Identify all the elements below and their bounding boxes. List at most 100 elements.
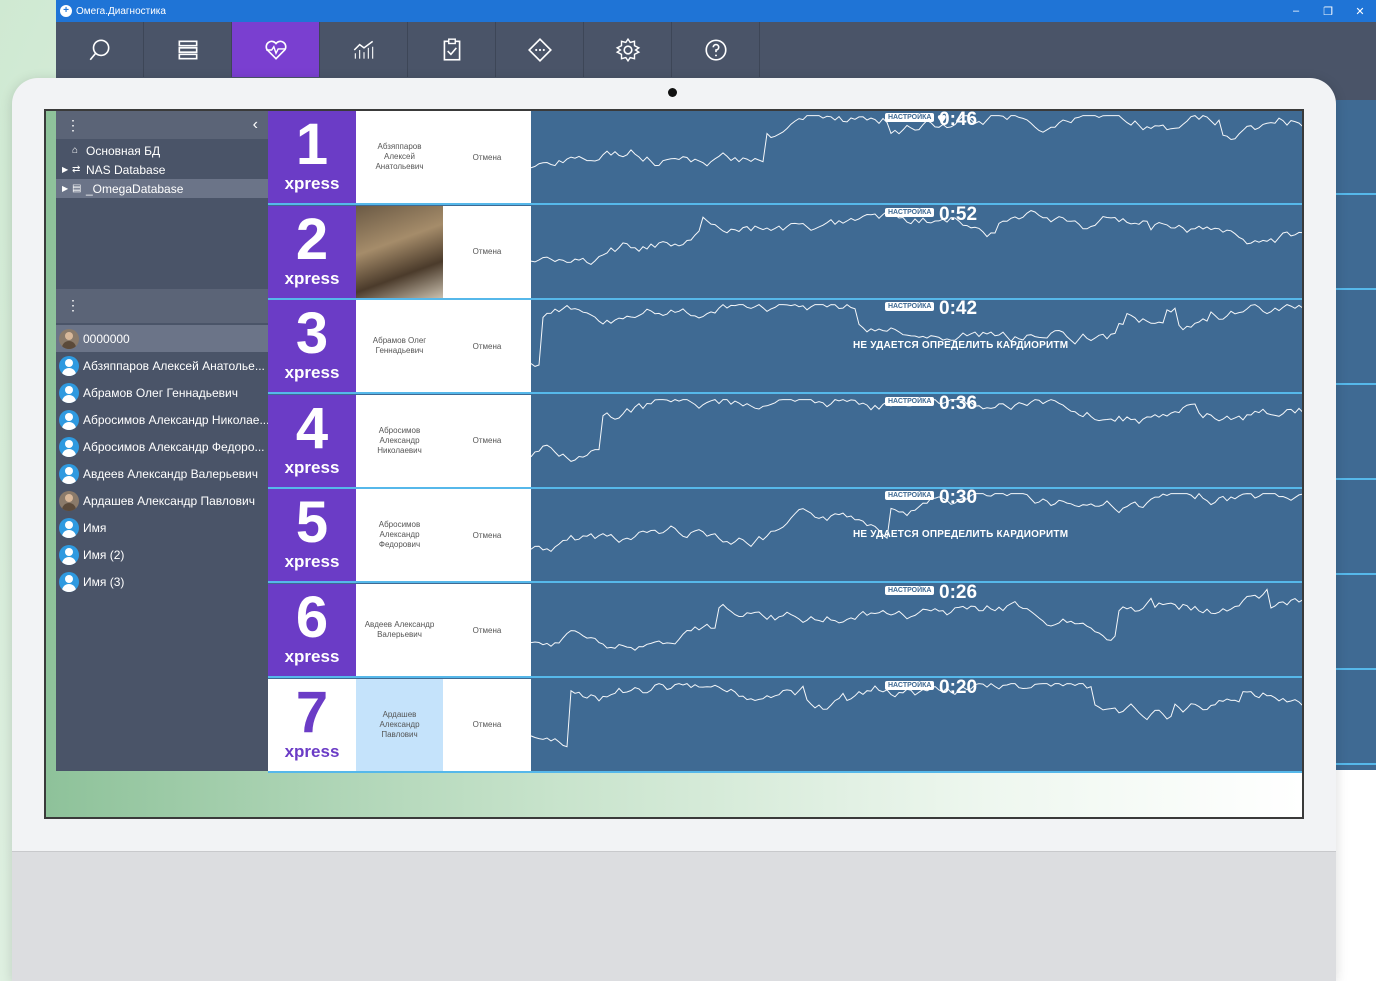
cancel-button[interactable]: Отмена <box>443 679 531 771</box>
settings-badge[interactable]: НАСТРОЙКА <box>885 207 935 217</box>
monitoring-tool-button[interactable] <box>232 22 320 77</box>
camera-dot <box>668 88 677 97</box>
channel-info: Абросимов Александр Николаевич Отмена <box>356 394 531 487</box>
cancel-button[interactable]: Отмена <box>443 111 531 203</box>
channel-info: Ардашев Александр Павлович Отмена <box>356 678 531 771</box>
database-item[interactable]: ⌂ Основная БД <box>56 141 268 160</box>
sidebar-header: ⋮ ‹ <box>56 111 268 139</box>
network-icon: ⇄ <box>72 164 81 175</box>
channel-patient-name[interactable]: Абросимов Александр Николаевич <box>356 395 443 487</box>
help-tool-button[interactable] <box>672 22 760 77</box>
patient-name: Абзяппаров Алексей Анатолье... <box>83 358 265 373</box>
patient-list-item[interactable]: 0000000 <box>56 325 268 352</box>
patient-list-item[interactable]: Имя <box>56 514 268 541</box>
patient-photo <box>59 490 79 511</box>
search-tool-button[interactable] <box>56 22 144 77</box>
monitor-device: ⋮ ‹ ⌂ Основная БД ▶ ⇄ NAS Database ▶ ▤ _OmegaDa… <box>12 78 1336 981</box>
ecg-waveform: НАСТРОЙКА 0:26 <box>531 582 1302 676</box>
analytics-tool-button[interactable] <box>320 22 408 77</box>
expand-arrow-icon[interactable]: ▶ <box>62 184 72 193</box>
heart-icon: ♥ <box>937 111 947 128</box>
window-title: Омега.Диагностика <box>76 5 166 17</box>
patient-photo[interactable] <box>356 205 443 298</box>
patient-list-item[interactable]: Абзяппаров Алексей Анатолье... <box>56 352 268 379</box>
channel-number: 6 <box>295 585 329 650</box>
main-toolbar <box>56 22 1376 77</box>
settings-badge[interactable]: НАСТРОЙКА <box>885 396 935 406</box>
app-logo-icon: + <box>60 5 72 17</box>
cancel-button[interactable]: Отмена <box>443 584 531 676</box>
database-item[interactable]: ▶ ▤ _OmegaDatabase <box>56 179 268 198</box>
monitor-channel-row: 2 xpress Отмена НАСТРОЙКА 0:52 <box>268 203 1302 300</box>
channel-info: Абрамов Олег Геннадьевич Отмена <box>356 300 531 393</box>
patient-list-item[interactable]: Имя (2) <box>56 541 268 568</box>
cancel-button[interactable]: Отмена <box>443 206 531 298</box>
cancel-button[interactable]: Отмена <box>443 489 531 581</box>
list-tool-button[interactable] <box>144 22 232 77</box>
database-item[interactable]: ▶ ⇄ NAS Database <box>56 160 268 179</box>
restore-button[interactable]: ❐ <box>1312 5 1344 18</box>
cancel-button[interactable]: Отмена <box>443 395 531 487</box>
more-options-icon[interactable]: ⋮ <box>66 117 80 134</box>
expand-arrow-icon[interactable]: ▶ <box>62 165 72 174</box>
settings-badge[interactable]: НАСТРОЙКА <box>885 586 935 595</box>
patient-list-item[interactable]: Имя (3) <box>56 568 268 595</box>
channel-patient-name[interactable]: Ардашев Александр Павлович <box>356 678 443 771</box>
sidebar: ⋮ ‹ ⌂ Основная БД ▶ ⇄ NAS Database ▶ ▤ _OmegaDa… <box>56 111 268 771</box>
channel-patient-name[interactable]: Абросимов Александр Федорович <box>356 489 443 581</box>
channel-number-block[interactable]: 6 xpress <box>268 584 356 676</box>
user-avatar-icon <box>59 382 79 403</box>
reports-tool-button[interactable] <box>408 22 496 77</box>
title-bar: + Омега.Диагностика – ❐ ✕ <box>56 0 1376 22</box>
channel-number-block[interactable]: 7 xpress <box>268 678 356 771</box>
channel-patient-name[interactable]: Авдеев Александр Валерьевич <box>356 584 443 676</box>
patient-list-item[interactable]: Ардашев Александр Павлович <box>56 487 268 514</box>
database-label: _OmegaDatabase <box>86 181 184 196</box>
help-icon <box>704 38 727 61</box>
user-avatar-icon <box>59 409 79 430</box>
channel-info: Авдеев Александр Валерьевич Отмена <box>356 584 531 676</box>
background-monitor-edge <box>1336 100 1376 770</box>
patient-name: Имя <box>83 520 107 535</box>
channel-number-block[interactable]: 2 xpress <box>268 205 356 298</box>
minimize-button[interactable]: – <box>1280 5 1312 18</box>
rhythm-warning-message: НЕ УДАЕТСЯ ОПРЕДЕЛИТЬ КАРДИОРИТМ <box>853 340 1069 352</box>
settings-badge[interactable]: НАСТРОЙКА <box>885 491 935 501</box>
monitor-channel-row: 1 xpress Абзяппаров Алексей Анатольевич Отм… <box>268 111 1302 205</box>
list-icon <box>178 40 197 59</box>
settings-badge[interactable]: НАСТРОЙКА <box>885 113 935 122</box>
channel-patient-name[interactable]: Абзяппаров Алексей Анатольевич <box>356 111 443 203</box>
file-icon: ▤ <box>72 183 82 194</box>
channel-number-block[interactable]: 1 xpress <box>268 111 356 203</box>
close-button[interactable]: ✕ <box>1344 5 1376 18</box>
ecg-waveform: НАСТРОЙКА 0:20 <box>531 677 1302 771</box>
settings-badge[interactable]: НАСТРОЙКА <box>885 680 935 690</box>
search-icon <box>89 38 109 60</box>
patient-list: 0000000 Абзяппаров Алексей Анатолье... Абр… <box>56 325 268 595</box>
channel-timer: 0:52 <box>939 203 978 225</box>
settings-tool-button[interactable] <box>584 22 672 77</box>
ecg-trace <box>531 209 1302 265</box>
diagnostics-tool-button[interactable] <box>496 22 584 77</box>
ecg-waveform: НАСТРОЙКА 0:30 НЕ УДАЕТСЯ ОПРЕДЕЛИТЬ КАРДИ… <box>531 487 1302 581</box>
patient-name: Ардашев Александр Павлович <box>83 493 256 508</box>
cancel-button[interactable]: Отмена <box>443 300 531 392</box>
patient-list-item[interactable]: Авдеев Александр Валерьевич <box>56 460 268 487</box>
collapse-sidebar-icon[interactable]: ‹ <box>253 116 258 134</box>
database-label: Основная БД <box>86 143 161 158</box>
patients-more-options-icon[interactable]: ⋮ <box>66 297 80 313</box>
channel-number-block[interactable]: 4 xpress <box>268 394 356 487</box>
channel-number-block[interactable]: 5 xpress <box>268 489 356 582</box>
channel-number: 7 <box>295 679 329 745</box>
channel-number: 1 <box>295 112 329 177</box>
ecg-waveform: НАСТРОЙКА 0:46 ♥ <box>531 111 1302 203</box>
channel-number-block[interactable]: 3 xpress <box>268 300 356 393</box>
patient-list-item[interactable]: Абросимов Александр Николае... <box>56 406 268 433</box>
settings-badge[interactable]: НАСТРОЙКА <box>885 302 935 312</box>
patient-name: Авдеев Александр Валерьевич <box>83 466 258 481</box>
user-avatar-icon <box>59 571 79 592</box>
patient-list-item[interactable]: Абросимов Александр Федоро... <box>56 433 268 460</box>
ecg-trace <box>531 682 1302 747</box>
channel-patient-name[interactable]: Абрамов Олег Геннадьевич <box>356 300 443 392</box>
patient-list-item[interactable]: Абрамов Олег Геннадьевич <box>56 379 268 406</box>
